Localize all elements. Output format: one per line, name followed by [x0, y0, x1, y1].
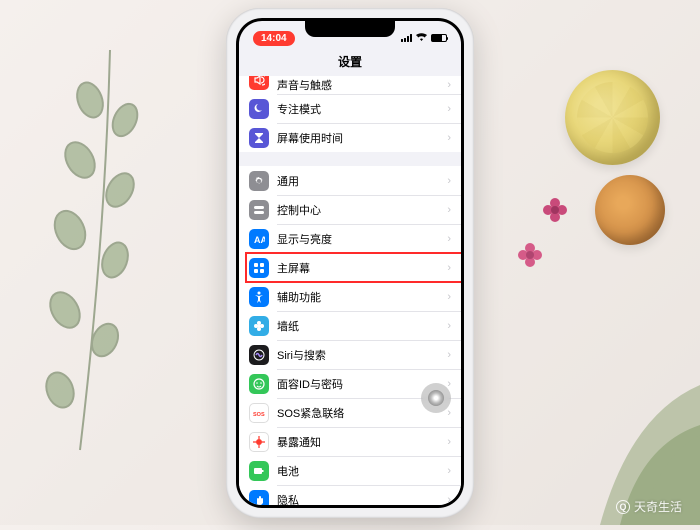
row-label: SOS紧急联络 [277, 405, 447, 421]
row-label: 显示与亮度 [277, 231, 447, 247]
settings-list[interactable]: 声音与触感›专注模式›屏幕使用时间›通用›控制中心›AA显示与亮度›主屏幕›辅助… [239, 76, 461, 505]
chevron-right-icon: › [447, 79, 451, 91]
chevron-right-icon: › [447, 291, 451, 303]
chevron-right-icon: › [447, 132, 451, 144]
siri-icon [249, 345, 269, 365]
row-label: 面容ID与密码 [277, 376, 447, 392]
svg-text:AA: AA [254, 235, 265, 245]
assistive-touch-button[interactable] [421, 383, 451, 413]
chevron-right-icon: › [447, 233, 451, 245]
phone-screen: 14:04 设置 声音与触感›专注模式›屏幕使用时间›通用›控制中心›AA显示与… [239, 21, 461, 505]
chevron-right-icon: › [447, 204, 451, 216]
row-label: 通用 [277, 173, 447, 189]
accessibility-icon [249, 287, 269, 307]
hand-icon [249, 490, 269, 506]
svg-text:SOS: SOS [253, 412, 265, 418]
chevron-right-icon: › [447, 320, 451, 332]
row-label: 控制中心 [277, 202, 447, 218]
battery-icon [431, 34, 447, 42]
page-title: 设置 [239, 49, 461, 76]
row-general[interactable]: 通用› [239, 166, 461, 195]
watermark: Q天奇生活 [616, 498, 682, 515]
speaker-icon [249, 76, 269, 90]
row-label: Siri与搜索 [277, 347, 447, 363]
chevron-right-icon: › [447, 494, 451, 506]
phone-frame: 14:04 设置 声音与触感›专注模式›屏幕使用时间›通用›控制中心›AA显示与… [226, 8, 474, 518]
row-display[interactable]: AA 显示与亮度› [239, 224, 461, 253]
row-label: 墙纸 [277, 318, 447, 334]
status-time: 14:04 [253, 31, 295, 46]
grid-icon [249, 258, 269, 278]
row-screentime[interactable]: 屏幕使用时间› [239, 123, 461, 152]
notch [305, 21, 395, 37]
chevron-right-icon: › [447, 349, 451, 361]
chevron-right-icon: › [447, 262, 451, 274]
decor-citrus-1 [565, 70, 660, 165]
decor-citrus-2 [595, 175, 665, 245]
chevron-right-icon: › [447, 103, 451, 115]
row-battery[interactable]: 电池› [239, 456, 461, 485]
row-label: 声音与触感 [277, 77, 447, 93]
row-label: 电池 [277, 463, 447, 479]
decor-flower-2 [515, 240, 545, 270]
sos-icon: SOS [249, 403, 269, 423]
faceid-icon [249, 374, 269, 394]
row-focus[interactable]: 专注模式› [239, 94, 461, 123]
row-label: 屏幕使用时间 [277, 130, 447, 146]
hourglass-icon [249, 128, 269, 148]
moon-icon [249, 99, 269, 119]
row-sound[interactable]: 声音与触感› [239, 76, 461, 94]
row-wallpaper[interactable]: 墙纸› [239, 311, 461, 340]
textsize-icon: AA [249, 229, 269, 249]
chevron-right-icon: › [447, 465, 451, 477]
decor-leaves-bottom-right [500, 325, 700, 525]
battery-icon [249, 461, 269, 481]
row-siri[interactable]: Siri与搜索› [239, 340, 461, 369]
chevron-right-icon: › [447, 407, 451, 419]
decor-eucalyptus-left [20, 40, 200, 460]
row-label: 暴露通知 [277, 434, 447, 450]
row-home[interactable]: 主屏幕› [239, 253, 461, 282]
chevron-right-icon: › [447, 436, 451, 448]
gear-icon [249, 171, 269, 191]
switches-icon [249, 200, 269, 220]
wifi-icon [416, 33, 427, 44]
chevron-right-icon: › [447, 175, 451, 187]
row-label: 专注模式 [277, 101, 447, 117]
row-label: 隐私 [277, 492, 447, 506]
flower-icon [249, 316, 269, 336]
chevron-right-icon: › [447, 378, 451, 390]
row-label: 辅助功能 [277, 289, 447, 305]
row-label: 主屏幕 [277, 260, 447, 276]
virus-icon [249, 432, 269, 452]
row-accessibility[interactable]: 辅助功能› [239, 282, 461, 311]
cellular-icon [401, 34, 412, 42]
decor-flower-1 [540, 195, 570, 225]
row-privacy[interactable]: 隐私› [239, 485, 461, 505]
row-control[interactable]: 控制中心› [239, 195, 461, 224]
row-exposure[interactable]: 暴露通知› [239, 427, 461, 456]
